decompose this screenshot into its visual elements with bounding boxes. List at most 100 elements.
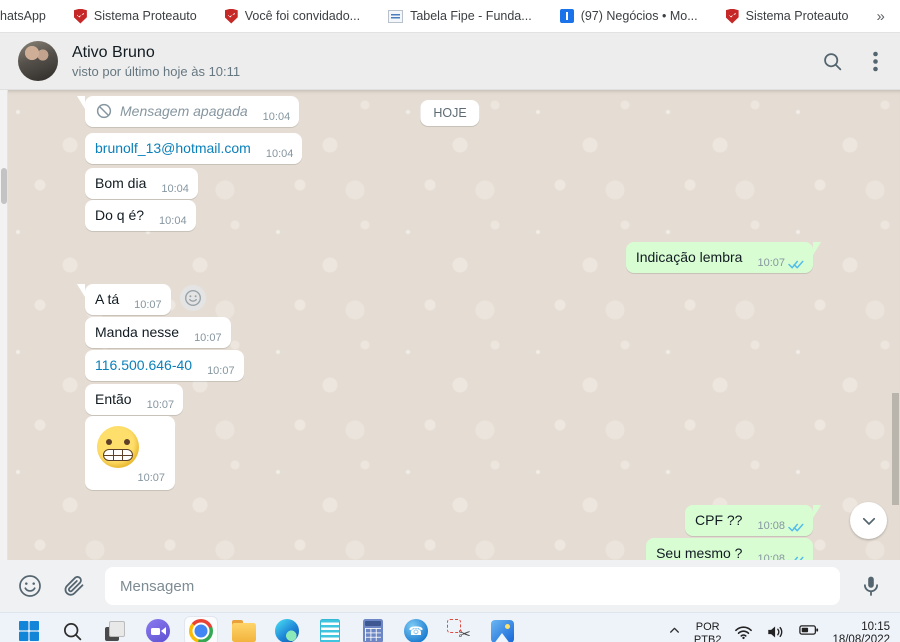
bookmark-label: (97) Negócios • Mo... [581, 9, 698, 23]
message-row: 116.500.646-40 10:07 [85, 350, 244, 381]
message-text: Bom dia [95, 174, 146, 192]
message-row: A tá 10:07 [85, 284, 206, 315]
windows-taskbar: ☎ ✂ POR PTB2 10:15 18/08/2022 [0, 612, 900, 642]
language-line1: POR [694, 621, 722, 634]
email-link[interactable]: brunolf_13@hotmail.com [95, 139, 251, 157]
message-row: brunolf_13@hotmail.com 10:04 [85, 133, 302, 164]
chatlist-scrollbar-thumb[interactable] [1, 168, 7, 204]
message-text: Mensagem apagada [120, 102, 248, 120]
emoji-message-bubble[interactable]: 10:07 [85, 416, 175, 490]
message-text: Então [95, 390, 132, 408]
chat-header: Ativo Bruno visto por último hoje às 10:… [0, 33, 900, 90]
browser-bookmarks-bar: hatsApp Sistema Proteauto Você foi convi… [0, 0, 900, 33]
kebab-menu-icon[interactable] [873, 51, 878, 72]
contact-name: Ativo Bruno [72, 44, 240, 62]
calculator-icon[interactable] [360, 618, 386, 642]
tray-date: 18/08/2022 [832, 634, 890, 642]
date-divider: HOJE [420, 100, 479, 126]
message-time: 10:04 [266, 148, 294, 160]
bookmark-negocios[interactable]: (97) Negócios • Mo... [560, 9, 698, 23]
tray-chevron-up-icon[interactable] [668, 624, 681, 637]
edge-icon[interactable] [274, 618, 300, 642]
bookmark-label: Sistema Proteauto [746, 9, 849, 23]
mic-icon[interactable] [859, 574, 883, 598]
add-reaction-icon[interactable] [180, 285, 206, 311]
volume-icon[interactable] [766, 624, 786, 640]
shield-icon [74, 9, 87, 24]
message-bubble-incoming[interactable]: Então 10:07 [85, 384, 183, 415]
message-time: 10:07 [757, 257, 785, 269]
phone-app-icon[interactable]: ☎ [403, 618, 429, 642]
snipping-tool-icon[interactable]: ✂ [446, 618, 472, 642]
whatsapp-web-window: hatsApp Sistema Proteauto Você foi convi… [0, 0, 900, 642]
contact-avatar[interactable] [18, 41, 58, 81]
bookmarks-overflow-chevron[interactable]: » [876, 8, 888, 25]
message-bubble-incoming[interactable]: A tá 10:07 [85, 284, 171, 315]
message-row: CPF ?? 10:08 [685, 505, 813, 536]
read-ticks-icon [788, 259, 804, 270]
notepad-icon[interactable] [317, 618, 343, 642]
chat-scrollbar-thumb[interactable] [892, 393, 899, 505]
message-time: 10:07 [137, 472, 165, 484]
chrome-icon-active[interactable] [184, 616, 218, 642]
file-explorer-icon[interactable] [231, 618, 257, 642]
clock[interactable]: 10:15 18/08/2022 [832, 621, 890, 642]
message-text: A tá [95, 290, 119, 308]
scroll-to-bottom-button[interactable] [850, 502, 887, 539]
wifi-icon[interactable] [734, 624, 753, 640]
chat-message-area: HOJE Mensagem apagada 10:04 brunolf_13@h… [0, 90, 900, 560]
search-icon[interactable] [822, 51, 843, 72]
grimacing-emoji [97, 426, 139, 468]
bookmark-label: Sistema Proteauto [94, 9, 197, 23]
deleted-message-bubble[interactable]: Mensagem apagada 10:04 [85, 96, 299, 127]
start-button-icon[interactable] [16, 618, 42, 642]
message-bubble-incoming[interactable]: brunolf_13@hotmail.com 10:04 [85, 133, 302, 164]
message-input[interactable] [105, 567, 840, 605]
contact-info[interactable]: Ativo Bruno visto por último hoje às 10:… [72, 44, 240, 79]
bookmark-sistema-proteauto-1[interactable]: Sistema Proteauto [74, 9, 197, 24]
message-row: Mensagem apagada 10:04 [85, 96, 299, 127]
message-bubble-incoming[interactable]: Do q é? 10:04 [85, 200, 196, 231]
message-row: Manda nesse 10:07 [85, 317, 231, 348]
fipe-icon [388, 10, 403, 23]
message-text: Do q é? [95, 206, 144, 224]
message-composer-bar [0, 560, 900, 612]
photos-app-icon[interactable] [489, 618, 515, 642]
last-seen-status: visto por último hoje às 10:11 [72, 64, 240, 79]
message-row: Do q é? 10:04 [85, 200, 196, 231]
taskbar-apps: ☎ ✂ [16, 618, 515, 642]
message-time: 10:08 [757, 520, 785, 532]
chatlist-edge-strip [0, 90, 8, 560]
battery-icon[interactable] [799, 624, 819, 636]
camera-app-icon[interactable] [145, 618, 171, 642]
message-time: 10:04 [159, 215, 187, 227]
emoji-picker-icon[interactable] [17, 573, 43, 599]
language-line2: PTB2 [694, 634, 722, 642]
message-time: 10:07 [134, 299, 162, 311]
message-bubble-outgoing[interactable]: CPF ?? 10:08 [685, 505, 813, 536]
message-bubble-outgoing[interactable]: Indicação lembra 10:07 [626, 242, 813, 273]
message-row: Então 10:07 [85, 384, 183, 415]
taskbar-search-icon[interactable] [59, 618, 85, 642]
bookmark-whatsapp[interactable]: hatsApp [0, 9, 46, 23]
bookmark-label: Você foi convidado... [245, 9, 360, 23]
shield-icon [225, 9, 238, 24]
message-time: 10:07 [207, 365, 235, 377]
bookmark-sistema-proteauto-2[interactable]: Sistema Proteauto [726, 9, 849, 24]
chevron-down-icon [860, 512, 878, 530]
message-bubble-incoming[interactable]: 116.500.646-40 10:07 [85, 350, 244, 381]
bookmark-convite[interactable]: Você foi convidado... [225, 9, 360, 24]
message-bubble-incoming[interactable]: Manda nesse 10:07 [85, 317, 231, 348]
attach-icon[interactable] [62, 574, 86, 598]
message-time: 10:07 [194, 332, 222, 344]
cpf-link[interactable]: 116.500.646-40 [95, 356, 192, 374]
message-text: Indicação lembra [636, 248, 743, 266]
task-view-icon[interactable] [102, 618, 128, 642]
message-bubble-incoming[interactable]: Bom dia 10:04 [85, 168, 198, 199]
message-row: 10:07 [85, 416, 175, 490]
read-ticks-icon [788, 522, 804, 533]
shield-icon [726, 9, 739, 24]
language-indicator[interactable]: POR PTB2 [694, 621, 722, 642]
bookmark-tabela-fipe[interactable]: Tabela Fipe - Funda... [388, 9, 532, 23]
tray-time: 10:15 [832, 621, 890, 634]
